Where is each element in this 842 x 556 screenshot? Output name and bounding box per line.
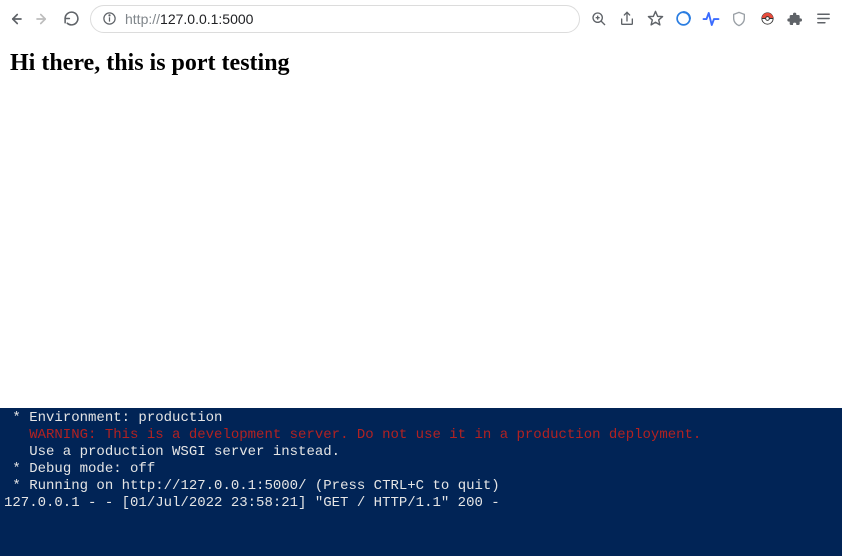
extension-icon-blue-circle[interactable] [674, 10, 692, 28]
terminal-window[interactable]: * Environment: production WARNING: This … [0, 408, 842, 556]
forward-button[interactable] [34, 10, 52, 28]
url-host: 127.0.0.1:5000 [160, 11, 253, 27]
url-text: http://127.0.0.1:5000 [125, 11, 569, 27]
terminal-line: * Running on http://127.0.0.1:5000/ (Pre… [4, 478, 838, 495]
terminal-line: 127.0.0.1 - - [01/Jul/2022 23:58:21] "GE… [4, 495, 838, 512]
zoom-icon[interactable] [590, 10, 608, 28]
reload-button[interactable] [62, 10, 80, 28]
reading-list-icon[interactable] [814, 10, 832, 28]
page-heading: Hi there, this is port testing [10, 50, 832, 77]
site-info-icon[interactable] [101, 11, 117, 27]
share-icon[interactable] [618, 10, 636, 28]
terminal-warning-line: WARNING: This is a development server. D… [4, 427, 838, 444]
browser-toolbar: http://127.0.0.1:5000 [0, 0, 842, 38]
bookmark-star-icon[interactable] [646, 10, 664, 28]
terminal-line: * Environment: production [4, 410, 838, 427]
toolbar-right-icons [590, 10, 836, 28]
back-button[interactable] [6, 10, 24, 28]
terminal-line: Use a production WSGI server instead. [4, 444, 838, 461]
extension-icon-shield[interactable] [730, 10, 748, 28]
page-content: Hi there, this is port testing [0, 38, 842, 89]
url-protocol: http:// [125, 11, 160, 27]
address-bar[interactable]: http://127.0.0.1:5000 [90, 5, 580, 33]
extensions-puzzle-icon[interactable] [786, 10, 804, 28]
extension-icon-pulse[interactable] [702, 10, 720, 28]
terminal-line: * Debug mode: off [4, 461, 838, 478]
extension-icon-pokeball[interactable] [758, 10, 776, 28]
